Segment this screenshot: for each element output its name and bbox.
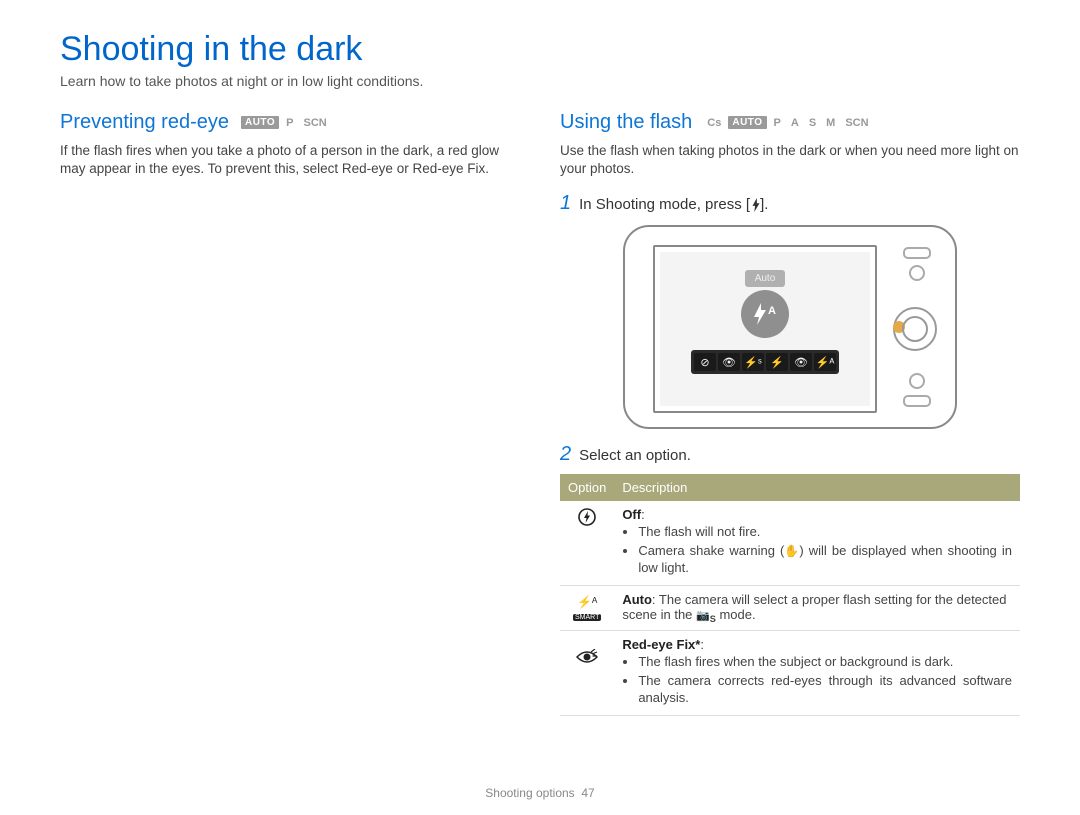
camera-screen: Auto A ⊘ 👁 ⚡ˢ ⚡ 👁 ⚡ᴬ	[653, 245, 877, 413]
footer-page: 47	[581, 786, 594, 800]
strip-slow-icon: ⚡ˢ	[742, 353, 764, 371]
mode-scn: SCN	[842, 117, 871, 129]
body-bold-redeye: Red-eye	[342, 161, 393, 176]
mode-auto: AUTO	[241, 116, 279, 129]
page-footer: Shooting options 47	[0, 786, 1080, 800]
page-title: Shooting in the dark	[60, 30, 1020, 69]
table-header: Option Description	[560, 474, 1020, 501]
strip-auto-icon: ⚡ᴬ	[814, 353, 836, 371]
off-description: Off: The flash will not fire. Camera sha…	[614, 501, 1020, 585]
strip-off-icon: ⊘	[694, 353, 716, 371]
step-1: 1 In Shooting mode, press [].	[560, 192, 1020, 215]
cs-mode-icon: 📷S	[696, 609, 716, 624]
redeye-bullet-1: The flash fires when the subject or back…	[638, 654, 1012, 671]
mode-cs: Cs	[704, 117, 724, 129]
camera-illustration: Auto A ⊘ 👁 ⚡ˢ ⚡ 👁 ⚡ᴬ	[560, 225, 1020, 429]
step-2-text: Select an option.	[579, 447, 691, 464]
body-bold-redeyefix: Red-eye Fix	[412, 161, 485, 176]
off-bullet-2: Camera shake warning (✋) will be display…	[638, 543, 1012, 577]
table-row-auto: ⚡ᴬ SMART Auto: The camera will select a …	[560, 586, 1020, 631]
mode-auto: AUTO	[728, 116, 766, 129]
step-num-1: 1	[560, 192, 571, 215]
col-option: Option	[560, 474, 614, 501]
body-suffix: .	[485, 161, 489, 176]
screen-label-auto: Auto	[745, 270, 786, 287]
heading-preventing-red-eye: Preventing red-eye AUTO P SCN	[60, 111, 330, 134]
mode-p: P	[771, 117, 784, 129]
camera-dpad	[893, 307, 937, 351]
flash-icon	[750, 198, 760, 212]
flash-options-table: Option Description Off: The flash will n…	[560, 474, 1020, 716]
flash-off-icon	[560, 501, 614, 585]
col-description: Description	[614, 474, 1020, 501]
redeye-fix-description: Red-eye Fix*: The flash fires when the s…	[614, 631, 1020, 716]
strip-redeye2-icon: 👁	[790, 353, 812, 371]
flash-auto-cs-icon: ⚡ᴬ SMART	[560, 586, 614, 631]
right-column: Using the flash Cs AUTO P A S M SCN Use …	[560, 111, 1020, 716]
flash-option-strip: ⊘ 👁 ⚡ˢ ⚡ 👁 ⚡ᴬ	[691, 350, 839, 374]
left-column: Preventing red-eye AUTO P SCN If the fla…	[60, 111, 520, 716]
camera-body: Auto A ⊘ 👁 ⚡ˢ ⚡ 👁 ⚡ᴬ	[623, 225, 957, 429]
flash-body: Use the flash when taking photos in the …	[560, 142, 1020, 178]
mode-badges-right: Cs AUTO P A S M SCN	[704, 116, 871, 129]
step-num-2: 2	[560, 443, 571, 466]
hand-shake-icon: ✋	[784, 544, 799, 560]
step-2: 2 Select an option.	[560, 443, 1020, 466]
step-1-text: In Shooting mode, press [].	[579, 196, 768, 213]
heading-text: Using the flash	[560, 111, 692, 134]
red-eye-fix-icon	[560, 631, 614, 716]
body-mid: or	[393, 161, 413, 176]
heading-using-flash: Using the flash Cs AUTO P A S M SCN	[560, 111, 872, 134]
mode-m: M	[823, 117, 838, 129]
svg-text:A: A	[768, 305, 776, 317]
table-row-redeye-fix: Red-eye Fix*: The flash fires when the s…	[560, 631, 1020, 716]
auto-description: Auto: The camera will select a proper fl…	[614, 586, 1020, 631]
flash-auto-large-icon: A	[741, 290, 789, 338]
page-subtitle: Learn how to take photos at night or in …	[60, 73, 1020, 89]
camera-bottom-buttons	[903, 373, 931, 407]
footer-section: Shooting options	[485, 786, 574, 800]
mode-p: P	[283, 117, 296, 129]
camera-top-buttons	[903, 247, 931, 281]
off-bullet-1: The flash will not fire.	[638, 524, 1012, 541]
mode-a: A	[788, 117, 802, 129]
table-row-off: Off: The flash will not fire. Camera sha…	[560, 501, 1020, 585]
heading-text: Preventing red-eye	[60, 111, 229, 134]
strip-fill-icon: ⚡	[766, 353, 788, 371]
strip-redeye-icon: 👁	[718, 353, 740, 371]
mode-s: S	[806, 117, 819, 129]
redeye-bullet-2: The camera corrects red-eyes through its…	[638, 673, 1012, 707]
mode-badges-left: AUTO P SCN	[241, 116, 330, 129]
red-eye-body: If the flash fires when you take a photo…	[60, 142, 520, 178]
mode-scn: SCN	[300, 117, 329, 129]
